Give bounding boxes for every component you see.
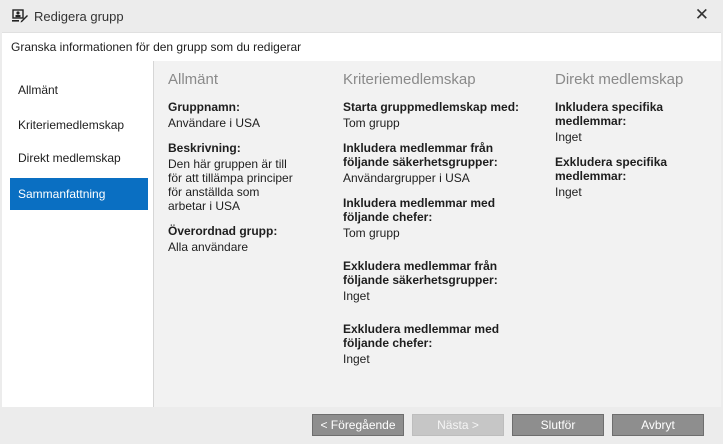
- dialog-body: Allmänt Kriteriemedlemskap Direkt medlem…: [2, 61, 721, 407]
- group-edit-icon: [12, 9, 28, 23]
- nav-item-direct-membership[interactable]: Direkt medlemskap: [10, 142, 148, 174]
- exclude-specific-label: Exkludera specifika medlemmar:: [555, 155, 668, 183]
- description-label: Beskrivning:: [168, 141, 241, 155]
- wizard-nav: Allmänt Kriteriemedlemskap Direkt medlem…: [2, 61, 154, 407]
- instruction-text: Granska informationen för den grupp som …: [11, 40, 302, 54]
- include-managers-label: Inkludera medlemmar med följande chefer:: [343, 196, 496, 224]
- exclude-specific-value: Inget: [555, 185, 582, 199]
- criteria-column: Kriteriemedlemskap Starta gruppmedlemska…: [343, 71, 543, 377]
- nav-item-criteria-membership[interactable]: Kriteriemedlemskap: [10, 109, 148, 141]
- cancel-button[interactable]: Avbryt: [612, 414, 704, 436]
- exclude-managers-label: Exkludera medlemmar med följande chefer:: [343, 322, 500, 350]
- include-specific-label: Inkludera specifika medlemmar:: [555, 100, 664, 128]
- previous-button[interactable]: < Föregående: [312, 414, 404, 436]
- direct-column: Direkt medlemskap Inkludera specifika me…: [555, 71, 715, 210]
- instruction-bar: Granska informationen för den grupp som …: [2, 32, 721, 62]
- criteria-heading: Kriteriemedlemskap: [343, 71, 476, 88]
- finish-button[interactable]: Slutför: [512, 414, 604, 436]
- start-membership-label: Starta gruppmedlemskap med:: [343, 100, 520, 114]
- include-managers-value: Tom grupp: [343, 226, 400, 240]
- include-security-groups-label: Inkludera medlemmar från följande säkerh…: [343, 141, 498, 169]
- window-title: Redigera grupp: [34, 9, 124, 24]
- include-specific-value: Inget: [555, 130, 582, 144]
- exclude-managers-value: Inget: [343, 352, 370, 366]
- description-value: Den här gruppen är till för att tillämpa…: [168, 157, 293, 213]
- parent-group-label: Överordnad grupp:: [168, 224, 278, 238]
- start-membership-value: Tom grupp: [343, 116, 400, 130]
- general-heading: Allmänt: [168, 71, 219, 88]
- exclude-security-groups-label: Exkludera medlemmar från följande säkerh…: [343, 259, 498, 287]
- group-name-value: Användare i USA: [168, 116, 261, 130]
- group-name-label: Gruppnamn:: [168, 100, 240, 114]
- next-button[interactable]: Nästa >: [412, 414, 504, 436]
- direct-heading: Direkt medlemskap: [555, 71, 684, 88]
- nav-item-general[interactable]: Allmänt: [10, 74, 148, 106]
- nav-item-summary[interactable]: Sammanfattning: [10, 178, 148, 210]
- include-security-groups-value: Användargrupper i USA: [343, 171, 470, 185]
- exclude-security-groups-value: Inget: [343, 289, 370, 303]
- close-icon[interactable]: ✕: [695, 6, 709, 24]
- summary-panel: Allmänt Gruppnamn: Användare i USA Beskr…: [154, 61, 721, 407]
- title-bar: Redigera grupp ✕: [0, 0, 723, 32]
- general-column: Allmänt Gruppnamn: Användare i USA Beskr…: [168, 71, 328, 265]
- parent-group-value: Alla användare: [168, 240, 249, 254]
